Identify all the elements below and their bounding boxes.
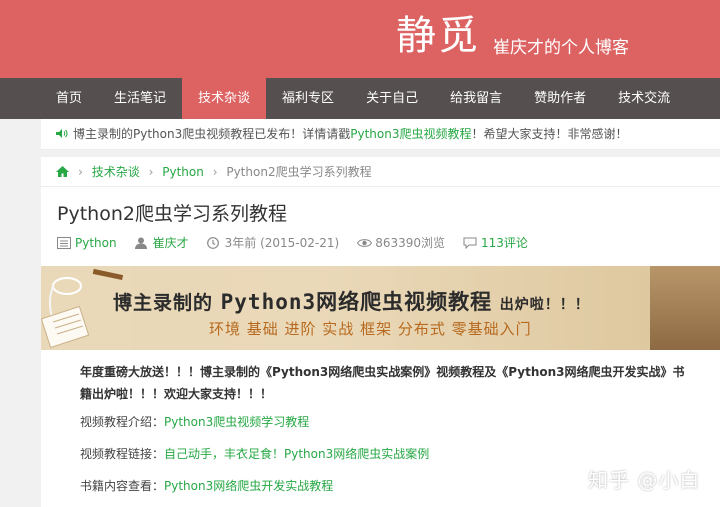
- speaker-icon: [55, 119, 69, 149]
- breadcrumb-separator: ›: [148, 165, 154, 179]
- breadcrumb-python[interactable]: Python: [162, 165, 204, 179]
- row-label: 书籍内容查看：: [80, 479, 165, 493]
- nav-item-home[interactable]: 首页: [40, 78, 98, 119]
- site-subtitle: 崔庆才的个人博客: [493, 38, 629, 58]
- category-link[interactable]: Python: [75, 236, 117, 250]
- main-nav: 首页 生活笔记 技术杂谈 福利专区 关于自己 给我留言 赞助作者 技术交流: [0, 78, 720, 119]
- site-header: 静觅 崔庆才的个人博客: [0, 0, 720, 78]
- course-banner[interactable]: 博主录制的 Python3网络爬虫视频教程 出炉啦！！！ 环境 基础 进阶 实战…: [41, 266, 720, 350]
- meta-views: 863390浏览: [357, 234, 445, 251]
- banner-headline: 博主录制的 Python3网络爬虫视频教程 出炉啦！！！: [113, 286, 590, 316]
- content-row: 视频教程链接：自己动手，丰衣足食！Python3网络爬虫实战案例: [80, 445, 429, 462]
- eye-icon: [357, 237, 373, 249]
- breadcrumb-tech-misc[interactable]: 技术杂谈: [92, 165, 140, 179]
- banner-course-name: Python3网络爬虫视频教程: [220, 290, 493, 314]
- banner-suffix: 出炉啦！！！: [499, 297, 590, 313]
- post-title: Python2爬虫学习系列教程: [57, 203, 287, 225]
- views-text: 863390浏览: [375, 236, 445, 250]
- nav-item-life-notes[interactable]: 生活笔记: [98, 78, 182, 119]
- comment-icon: [463, 237, 477, 249]
- author-link[interactable]: 崔庆才: [153, 234, 189, 251]
- zhihu-watermark: 知乎 @小白: [588, 468, 701, 492]
- meta-date: 3年前 (2015-02-21): [206, 234, 340, 251]
- nav-item-welfare[interactable]: 福利专区: [266, 78, 350, 119]
- post-meta: Python 崔庆才 3年前 (2015-02-21) 863390浏览 113…: [57, 234, 546, 251]
- book-stack-decoration: [650, 266, 720, 350]
- breadcrumb-separator: ›: [212, 165, 218, 179]
- user-icon: [134, 237, 149, 249]
- meta-category[interactable]: Python: [57, 236, 117, 250]
- nav-item-guestbook[interactable]: 给我留言: [434, 78, 518, 119]
- nav-item-tech-misc[interactable]: 技术杂谈: [182, 78, 267, 119]
- notice-bar: 博主录制的Python3爬虫视频教程已发布！详情请戳Python3爬虫视频教程！…: [41, 119, 720, 150]
- video-intro-link[interactable]: Python3爬虫视频学习教程: [164, 415, 309, 429]
- video-course-link[interactable]: 自己动手，丰衣足食！Python3网络爬虫实战案例: [164, 447, 429, 461]
- row-label: 视频教程链接：: [80, 447, 165, 461]
- meta-author[interactable]: 崔庆才: [134, 234, 189, 251]
- home-icon[interactable]: [56, 165, 73, 180]
- post-panel: › 技术杂谈 › Python › Python2爬虫学习系列教程 Python…: [41, 157, 720, 507]
- banner-tags: 环境 基础 进阶 实战 框架 分布式 零基础入门: [209, 320, 532, 338]
- notice-link[interactable]: Python3爬虫视频教程: [350, 127, 471, 141]
- nav-item-about[interactable]: 关于自己: [350, 78, 434, 119]
- clock-icon: [206, 236, 221, 249]
- meta-comments[interactable]: 113评论: [463, 234, 528, 251]
- breadcrumb-current: Python2爬虫学习系列教程: [226, 165, 372, 179]
- date-text: 3年前 (2015-02-21): [224, 236, 340, 250]
- row-label: 视频教程介绍：: [80, 415, 165, 429]
- nav-item-tech-exchange[interactable]: 技术交流: [602, 78, 686, 119]
- breadcrumb: › 技术杂谈 › Python › Python2爬虫学习系列教程: [41, 157, 720, 187]
- notice-text: 博主录制的Python3爬虫视频教程已发布！详情请戳: [73, 127, 351, 141]
- nav-item-sponsor[interactable]: 赞助作者: [518, 78, 602, 119]
- book-content-link[interactable]: Python3网络爬虫开发实战教程: [164, 479, 333, 493]
- content-row: 视频教程介绍：Python3爬虫视频学习教程: [80, 413, 309, 430]
- content-row: 书籍内容查看：Python3网络爬虫开发实战教程: [80, 477, 333, 494]
- category-icon: [57, 236, 71, 249]
- site-title[interactable]: 静觅: [396, 10, 480, 62]
- notice-text-end: ！希望大家支持！非常感谢！: [471, 127, 628, 141]
- banner-prefix: 博主录制的: [113, 292, 214, 314]
- comments-link[interactable]: 113评论: [481, 234, 528, 251]
- breadcrumb-separator: ›: [78, 165, 83, 179]
- announcement-text: 年度重磅大放送！！！博主录制的《Python3网络爬虫实战案例》视频教程及《Py…: [80, 365, 685, 401]
